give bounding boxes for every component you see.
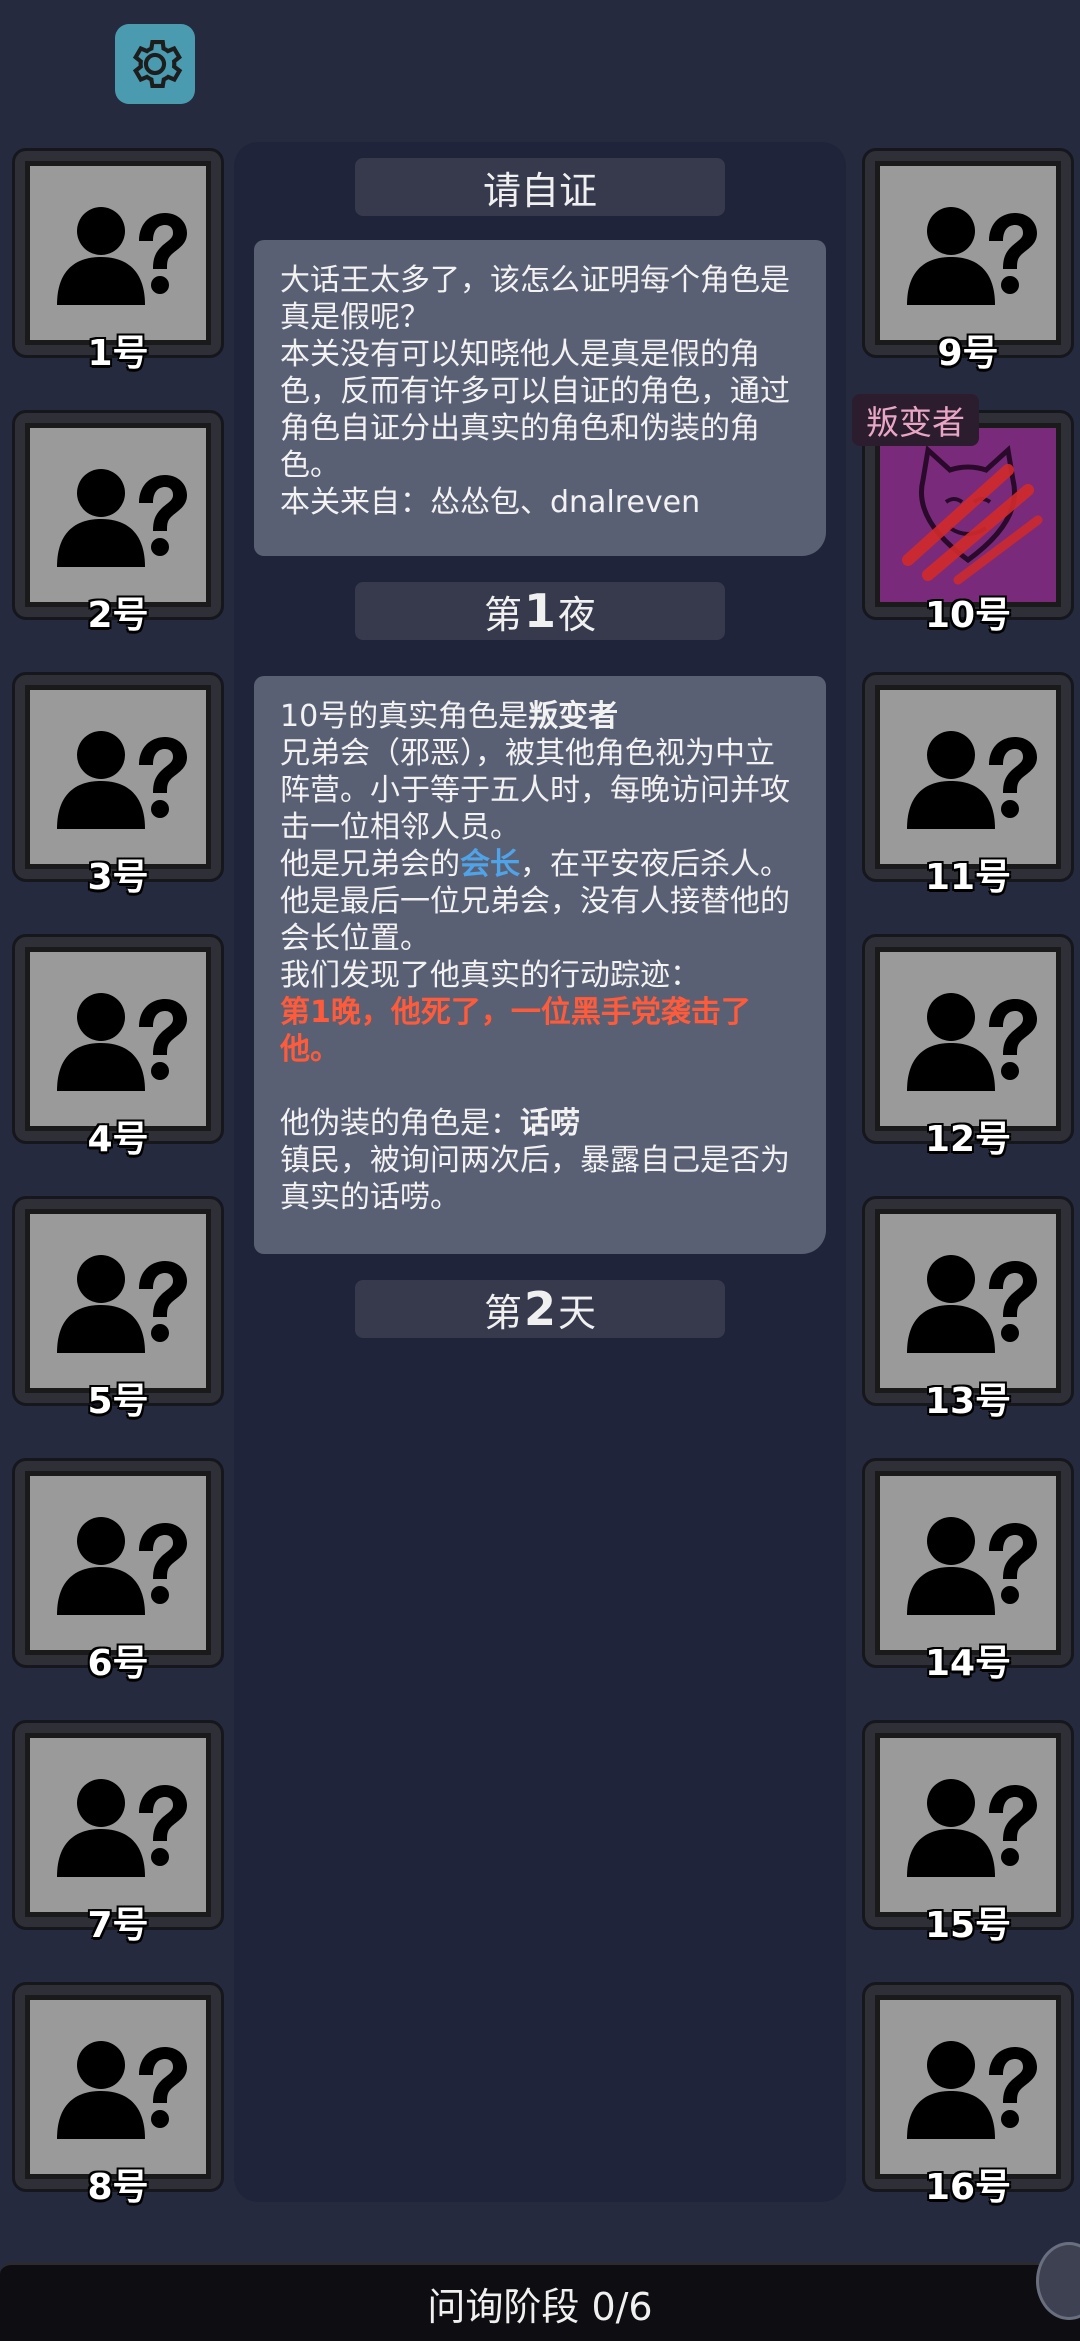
player-slot-14号[interactable]: 14号 <box>862 1458 1074 1684</box>
player-slot-13号[interactable]: 13号 <box>862 1196 1074 1422</box>
role-tag: 叛变者 <box>852 394 979 446</box>
gear-icon <box>132 39 183 89</box>
player-number-label: 10号 <box>924 595 1012 636</box>
player-slot-5号[interactable]: 5号 <box>12 1196 224 1422</box>
player-number-label: 8号 <box>87 2167 149 2208</box>
player-number-label: 7号 <box>87 1905 149 1946</box>
unknown-player-icon <box>875 685 1061 869</box>
player-number-label: 14号 <box>924 1643 1012 1684</box>
player-number-label: 16号 <box>924 2167 1012 2208</box>
unknown-player-icon <box>25 1995 211 2179</box>
player-slot-1号[interactable]: 1号 <box>12 148 224 374</box>
player-slot-11号[interactable]: 11号 <box>862 672 1074 898</box>
player-number-label: 1号 <box>87 333 149 374</box>
player-slot-2号[interactable]: 2号 <box>12 410 224 636</box>
player-number-label: 15号 <box>924 1905 1012 1946</box>
player-slot-10号[interactable]: 10号 叛变者 <box>852 394 1074 636</box>
player-slot-16号[interactable]: 16号 <box>862 1982 1074 2208</box>
player-slot-9号[interactable]: 9号 <box>862 148 1074 374</box>
unknown-player-icon <box>25 161 211 345</box>
phase-bar: 问询阶段 0/6 <box>0 2262 1080 2341</box>
player-number-label: 5号 <box>87 1381 149 1422</box>
unknown-player-icon <box>25 423 211 607</box>
traitor-role-icon <box>875 423 1061 607</box>
reveal-message: 10号的真实角色是叛变者 兄弟会（邪恶），被其他角色视为中立阵营。小于等于五人时… <box>254 676 826 1254</box>
unknown-player-icon <box>875 161 1061 345</box>
player-number-label: 2号 <box>87 595 149 636</box>
player-number-label: 12号 <box>924 1119 1012 1160</box>
unknown-player-icon <box>25 1733 211 1917</box>
unknown-player-icon <box>875 947 1061 1131</box>
player-slot-7号[interactable]: 7号 <box>12 1720 224 1946</box>
log-title: 请自证 <box>355 158 725 216</box>
unknown-player-icon <box>875 1209 1061 1393</box>
player-number-label: 6号 <box>87 1643 149 1684</box>
unknown-player-icon <box>25 947 211 1131</box>
settings-button[interactable] <box>115 24 195 104</box>
player-number-label: 9号 <box>937 333 999 374</box>
day-2-header: 第2天 <box>355 1280 725 1338</box>
player-number-label: 3号 <box>87 857 149 898</box>
player-number-label: 11号 <box>924 857 1012 898</box>
player-slot-6号[interactable]: 6号 <box>12 1458 224 1684</box>
unknown-player-icon <box>25 1209 211 1393</box>
player-slot-12号[interactable]: 12号 <box>862 934 1074 1160</box>
unknown-player-icon <box>875 1471 1061 1655</box>
player-number-label: 4号 <box>87 1119 149 1160</box>
player-slot-4号[interactable]: 4号 <box>12 934 224 1160</box>
intro-message: 大话王太多了，该怎么证明每个角色是真是假呢？ 本关没有可以知晓他人是真是假的角色… <box>254 240 826 556</box>
unknown-player-icon <box>875 1995 1061 2179</box>
player-slot-3号[interactable]: 3号 <box>12 672 224 898</box>
unknown-player-icon <box>25 685 211 869</box>
player-number-label: 13号 <box>924 1381 1012 1422</box>
night-1-header: 第1夜 <box>355 582 725 640</box>
phase-label: 问询阶段 0/6 <box>427 2284 653 2329</box>
unknown-player-icon <box>875 1733 1061 1917</box>
unknown-player-icon <box>25 1471 211 1655</box>
player-slot-8号[interactable]: 8号 <box>12 1982 224 2208</box>
player-slot-15号[interactable]: 15号 <box>862 1720 1074 1946</box>
